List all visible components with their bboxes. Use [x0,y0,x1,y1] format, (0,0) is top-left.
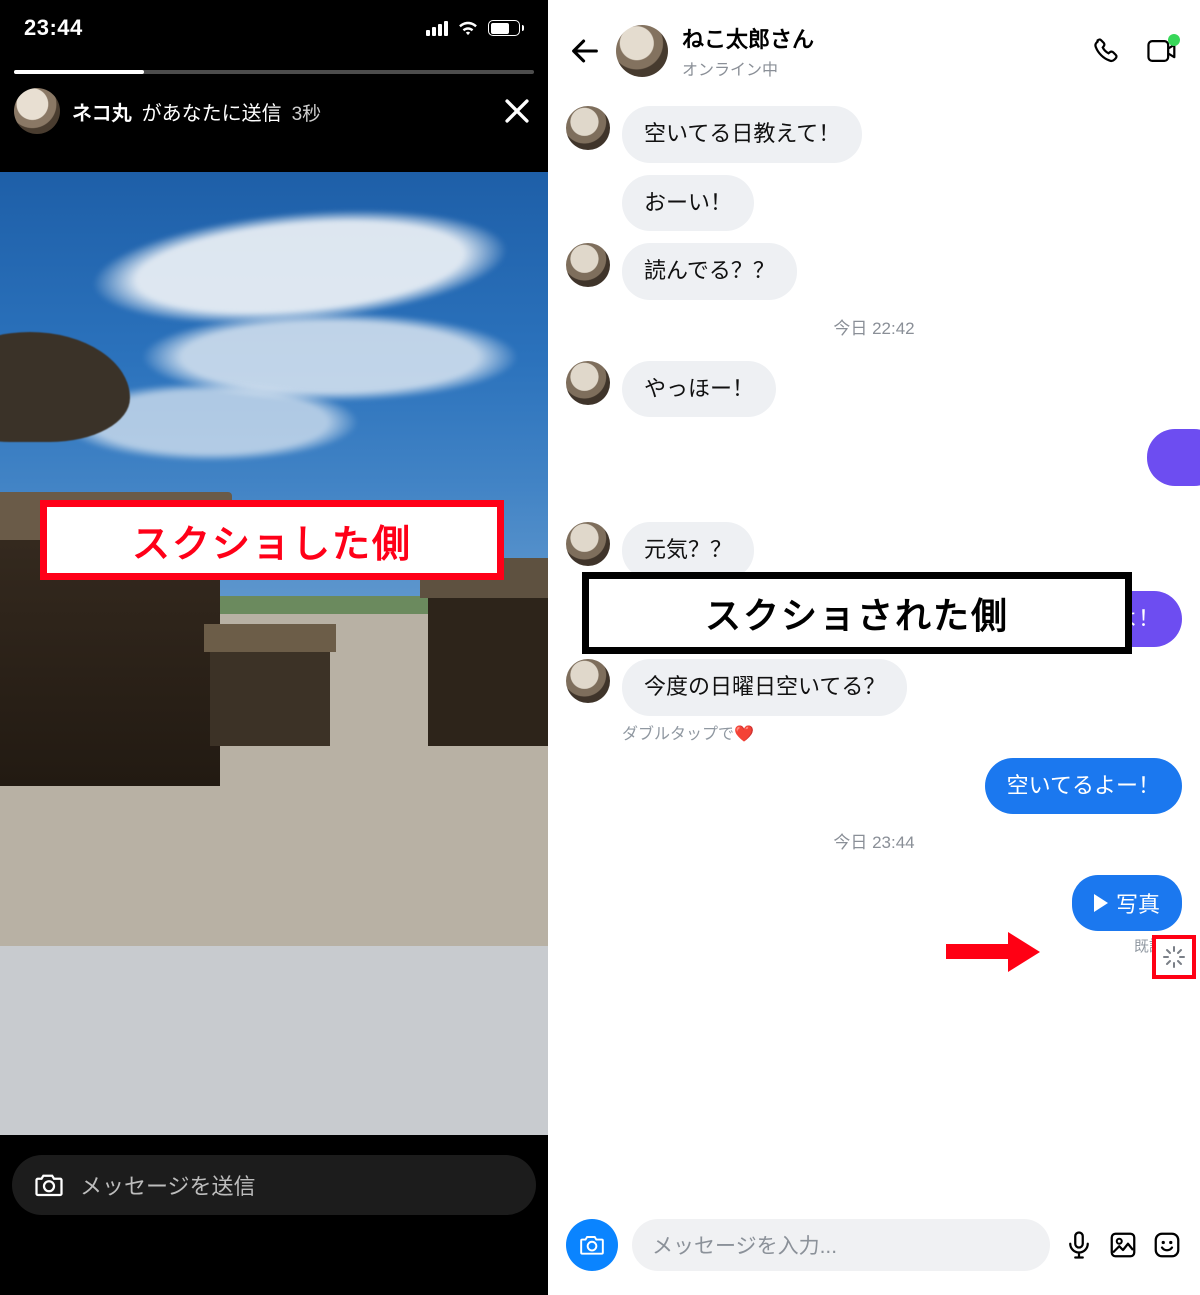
story-header: ネコ丸があなたに送信 3秒 [14,88,534,134]
timestamp: 今日 23:44 [566,828,1182,853]
camera-icon [579,1234,605,1256]
chat-header: ねこ太郎さん オンライン中 [548,0,1200,98]
story-viewer-pane: 23:44 58 ネコ丸があなたに送信 3秒 [0,0,548,1295]
msg-bubble[interactable]: おーい！ [622,175,754,232]
chat-pane: ねこ太郎さん オンライン中 空いてる日教えて！ おーい！ 読んでる？？ 今日 2… [548,0,1200,1295]
annotation-label-left: スクショした側 [40,500,504,580]
close-icon[interactable] [500,94,534,128]
msg-bubble[interactable]: やっほー！ [622,361,776,418]
sender-name: ネコ丸 [72,97,132,126]
msg-bubble[interactable]: 読んでる？？ [622,243,797,300]
sender-suffix: があなたに送信 [142,97,282,126]
contact-name: ねこ太郎さん [682,22,1078,54]
battery-indicator: 58 [488,20,524,36]
msg-avatar[interactable] [566,361,610,405]
chat-body[interactable]: 空いてる日教えて！ おーい！ 読んでる？？ 今日 22:42 やっほー！ 元気？… [548,98,1200,1205]
composer-input[interactable]: メッセージを入力... [632,1219,1050,1271]
timestamp: 今日 22:42 [566,314,1182,339]
msg-bubble[interactable]: 今度の日曜日空いてる？ [622,659,907,716]
camera-icon[interactable] [34,1172,64,1198]
msg-bubble[interactable]: 元気？？ [622,522,754,579]
microphone-icon[interactable] [1064,1230,1094,1260]
annotation-highlight-box [1152,935,1196,979]
back-icon[interactable] [568,34,602,68]
annotation-label-right: スクショされた側 [582,572,1132,654]
story-progress-bar[interactable] [14,70,534,74]
video-call-icon[interactable] [1146,36,1178,66]
sticker-icon[interactable] [1152,1230,1182,1260]
msg-avatar[interactable] [566,522,610,566]
message-input-bar[interactable]: メッセージを送信 [12,1155,536,1215]
msg-bubble[interactable]: 空いてる日教えて！ [622,106,862,163]
sender-avatar[interactable] [14,88,60,134]
loading-spinner-icon [1162,945,1186,969]
contact-status: オンライン中 [682,56,1078,80]
photo-message-chip[interactable]: 写真 [1072,875,1182,931]
annotation-arrow-icon [946,935,1040,969]
call-icon[interactable] [1092,36,1122,66]
msg-bubble-mine[interactable] [1147,429,1200,486]
status-bar: 23:44 58 [0,0,548,56]
message-input-placeholder: メッセージを送信 [80,1169,256,1201]
gallery-icon[interactable] [1108,1230,1138,1260]
read-receipt: 既読 [566,935,1164,956]
status-time: 23:44 [24,15,83,41]
wifi-icon [457,20,479,36]
composer-placeholder: メッセージを入力... [652,1230,837,1260]
composer-bar: メッセージを入力... [548,1205,1200,1295]
msg-avatar[interactable] [566,243,610,287]
msg-bubble-mine[interactable]: 空いてるよー！ [985,758,1182,815]
camera-button[interactable] [566,1219,618,1271]
contact-avatar[interactable] [616,25,668,77]
online-dot-icon [1168,34,1180,46]
msg-avatar[interactable] [566,106,610,150]
msg-avatar[interactable] [566,659,610,703]
reaction-hint: ダブルタップで❤️ [622,720,1182,744]
cellular-signal-icon [426,20,448,36]
story-elapsed: 3秒 [292,99,322,126]
play-icon [1094,894,1108,912]
